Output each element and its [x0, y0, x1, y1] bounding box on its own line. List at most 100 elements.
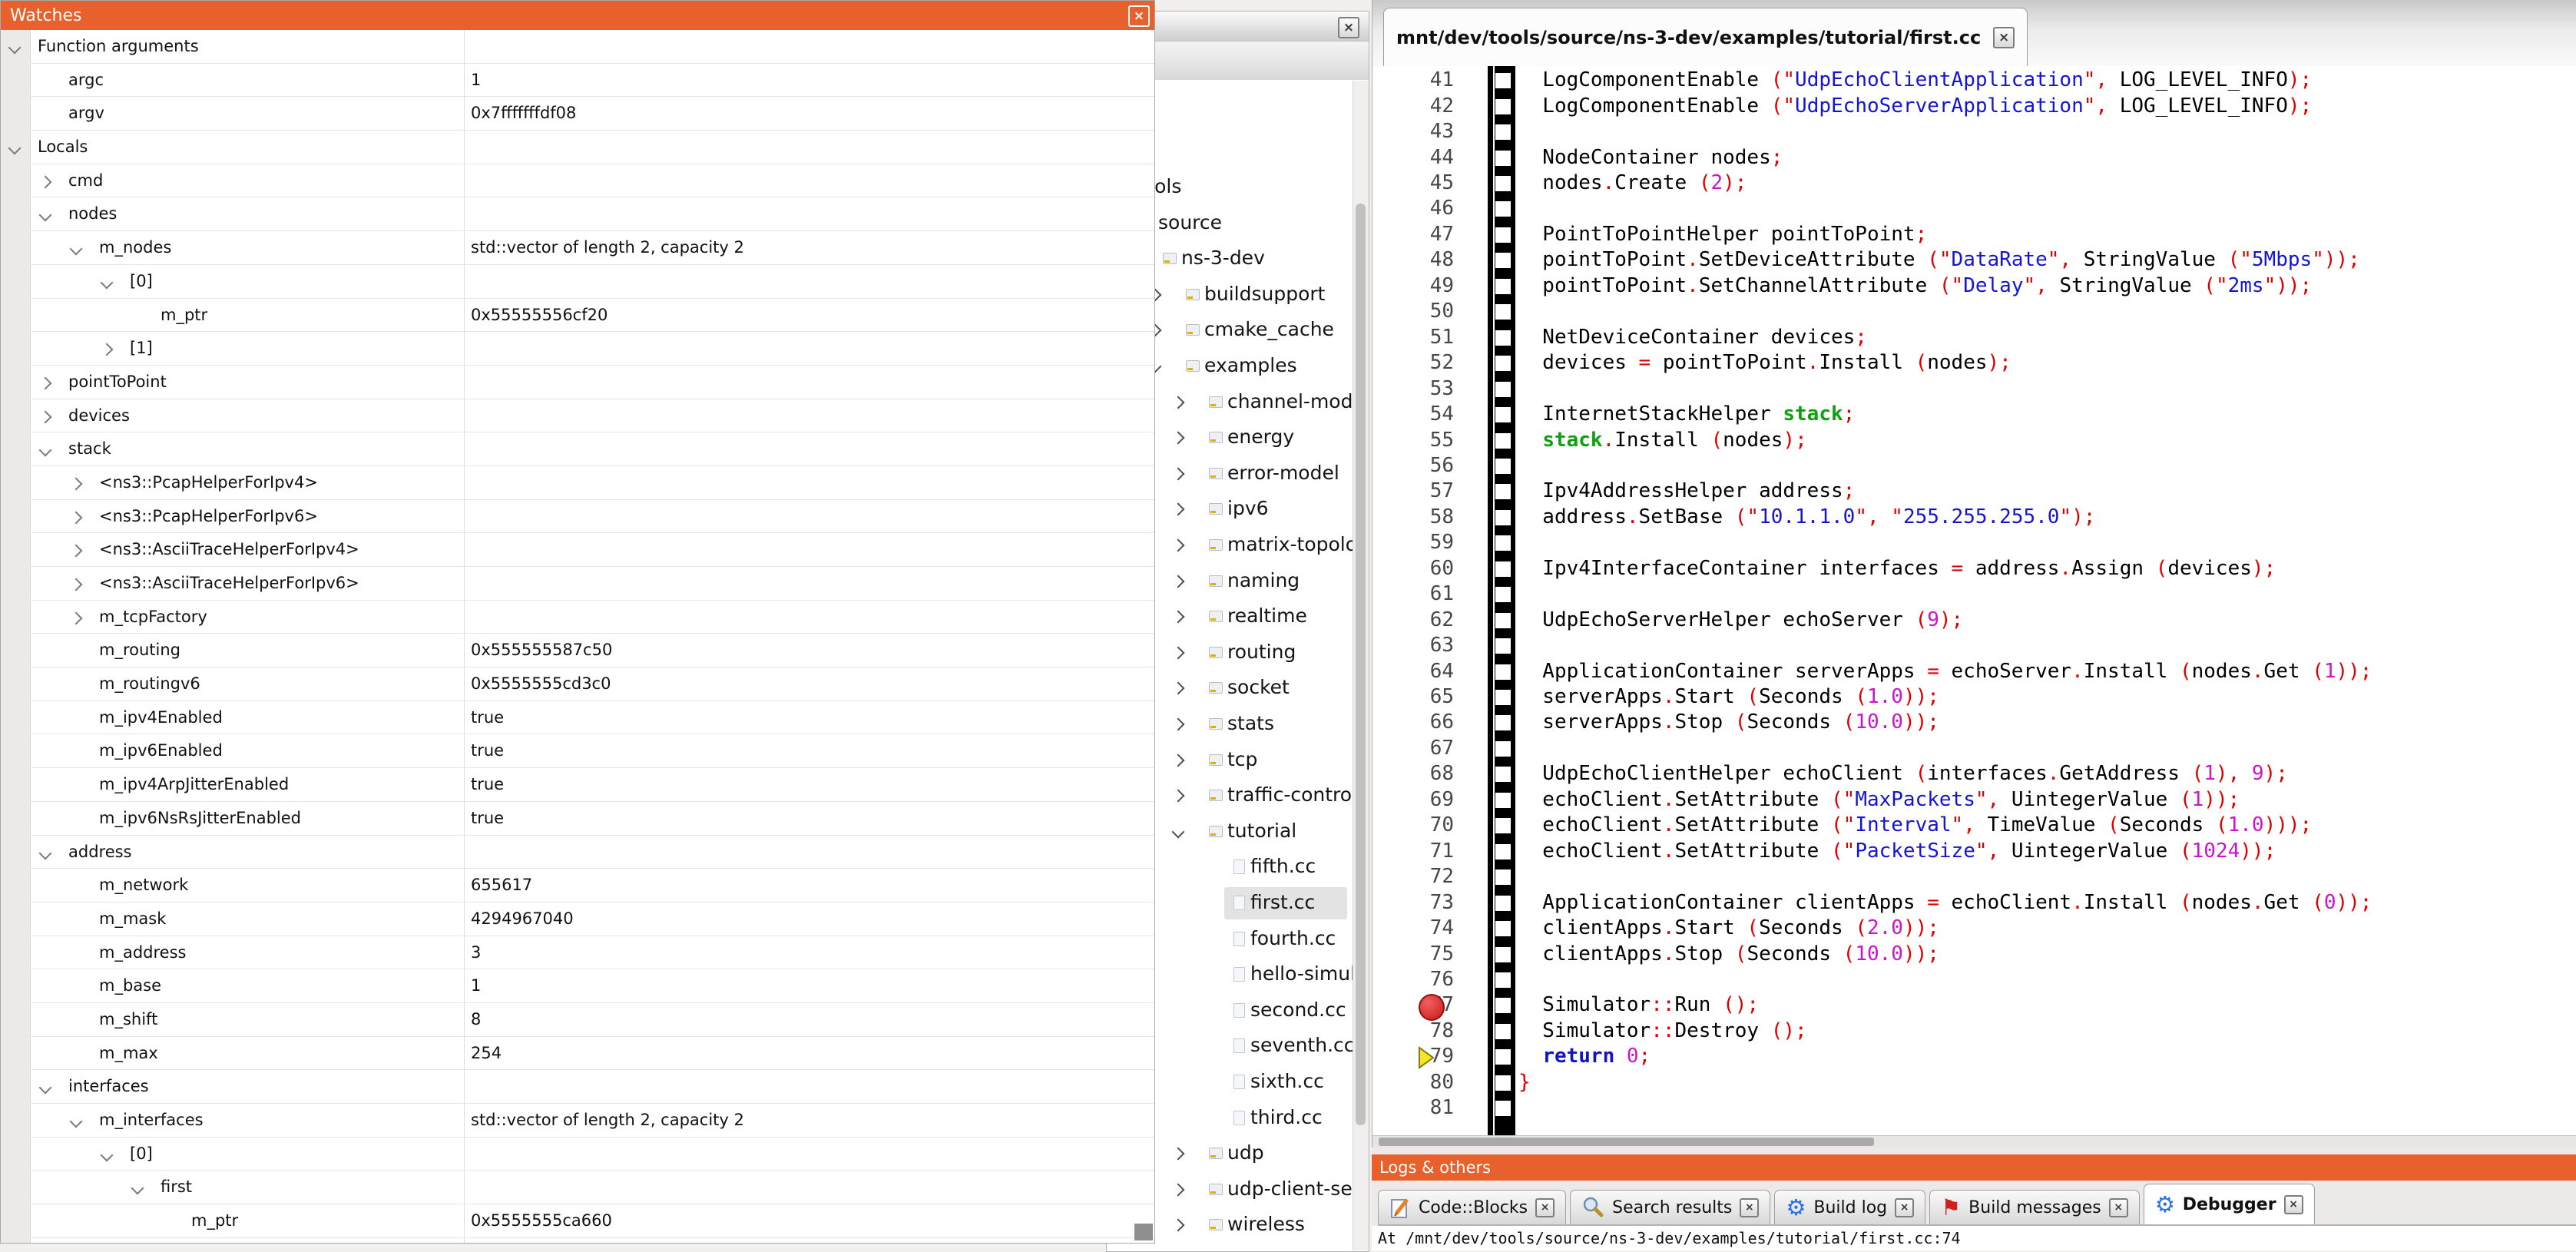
chevron-closed-icon[interactable]: [1172, 539, 1185, 552]
watch-row-nodes[interactable]: nodes: [1, 197, 1154, 231]
watch-row-m-nodes[interactable]: m_nodesstd::vector of length 2, capacity…: [1, 231, 1154, 265]
chevron-closed-icon[interactable]: [1172, 754, 1185, 767]
chevron-closed-icon[interactable]: [70, 578, 83, 591]
tree-vertical-scrollbar[interactable]: [1353, 81, 1369, 1250]
close-icon[interactable]: ×: [2284, 1195, 2303, 1214]
close-icon[interactable]: ×: [1128, 5, 1150, 27]
code-token: Interval: [1855, 813, 1951, 836]
watch-row-m-ptr[interactable]: m_ptr0x55555556cf20: [1, 299, 1154, 333]
chevron-open-icon[interactable]: [101, 1148, 114, 1161]
logs-tab-code-blocks[interactable]: Code::Blocks×: [1378, 1190, 1566, 1224]
watch-row-stack[interactable]: stack: [1, 432, 1154, 466]
chevron-closed-icon[interactable]: [39, 376, 52, 389]
code-token: [1518, 429, 1542, 452]
watch-row-first[interactable]: first: [1, 1171, 1154, 1204]
chevron-closed-icon[interactable]: [1172, 1148, 1185, 1161]
chevron-open-icon[interactable]: [101, 276, 114, 289]
watch-row-ns3-asciitracehelperforipv4[interactable]: <ns3::AsciiTraceHelperForIpv4>: [1, 533, 1154, 567]
logs-tab-build-messages[interactable]: ⚑Build messages×: [1929, 1190, 2140, 1224]
chevron-closed-icon[interactable]: [1172, 467, 1185, 480]
chevron-open-icon[interactable]: [39, 846, 52, 860]
chevron-closed-icon[interactable]: [1172, 611, 1185, 624]
chevron-closed-icon[interactable]: [1172, 1183, 1185, 1196]
close-icon[interactable]: ×: [1740, 1198, 1759, 1217]
watch-row-devices[interactable]: devices: [1, 399, 1154, 433]
chevron-open-icon[interactable]: [70, 1115, 83, 1128]
close-icon[interactable]: ×: [2109, 1198, 2128, 1217]
watch-row-m-interfaces[interactable]: m_interfacesstd::vector of length 2, cap…: [1, 1104, 1154, 1138]
chevron-open-icon[interactable]: [8, 41, 22, 55]
editor-tab-first-cc[interactable]: mnt/dev/tools/source/ns-3-dev/examples/t…: [1383, 8, 2028, 67]
code-token: ",: [1855, 505, 1879, 528]
chevron-closed-icon[interactable]: [70, 545, 83, 558]
chevron-closed-icon[interactable]: [1172, 1219, 1185, 1232]
code-token: NetDeviceContainer devices: [1518, 326, 1855, 349]
watch-row-0[interactable]: [0]: [1, 265, 1154, 299]
code-area[interactable]: 4142434445464748495051525354555657585960…: [1372, 66, 2576, 1135]
chevron-open-icon[interactable]: [39, 1081, 52, 1095]
watch-row-m-ptr[interactable]: m_ptr0x5555555ca660: [1, 1204, 1154, 1238]
watch-row-m-ipv6enabled[interactable]: m_ipv6Enabledtrue: [1, 734, 1154, 768]
editor-horizontal-scrollbar[interactable]: [1372, 1135, 2576, 1148]
watch-row-m-ipv4arpjitterenabled[interactable]: m_ipv4ArpJitterEnabledtrue: [1, 768, 1154, 802]
line-number: 63: [1372, 633, 1454, 658]
watch-row-m-routingv6[interactable]: m_routingv60x5555555cd3c0: [1, 667, 1154, 701]
logs-tab-search-results[interactable]: Search results×: [1570, 1190, 1770, 1224]
chevron-closed-icon[interactable]: [1172, 575, 1185, 588]
watch-row-m-tcpfactory[interactable]: m_tcpFactory: [1, 601, 1154, 634]
close-icon[interactable]: ×: [1993, 27, 2015, 48]
watch-row-m-ipv4enabled[interactable]: m_ipv4Enabledtrue: [1, 701, 1154, 735]
watch-row-m-ipv6nsrsjitterenabled[interactable]: m_ipv6NsRsJitterEnabledtrue: [1, 802, 1154, 836]
watch-row-function-arguments[interactable]: Function arguments: [1, 30, 1154, 64]
chevron-closed-icon[interactable]: [1172, 790, 1185, 803]
file-icon: [1233, 896, 1245, 910]
chevron-closed-icon[interactable]: [39, 175, 52, 188]
watch-row-argv[interactable]: argv0x7fffffffdf08: [1, 97, 1154, 131]
chevron-open-icon[interactable]: [8, 142, 22, 155]
close-icon[interactable]: ×: [1895, 1198, 1914, 1217]
watch-row-1[interactable]: [1]: [1, 332, 1154, 366]
scrollbar-thumb[interactable]: [1356, 204, 1366, 1125]
chevron-open-icon[interactable]: [70, 243, 83, 256]
watch-row-m-shift[interactable]: m_shift8: [1, 1003, 1154, 1037]
watch-row-m-base[interactable]: m_base1: [1, 969, 1154, 1003]
logs-tab-build-log[interactable]: ⚙Build log×: [1774, 1190, 1925, 1224]
watch-row-m-network[interactable]: m_network655617: [1, 869, 1154, 903]
chevron-closed-icon[interactable]: [39, 410, 52, 423]
chevron-open-icon[interactable]: [39, 444, 52, 457]
logs-titlebar[interactable]: Logs & others: [1372, 1154, 2576, 1181]
watch-row-ns3-pcaphelperforipv4[interactable]: <ns3::PcapHelperForIpv4>: [1, 466, 1154, 500]
watch-row-0[interactable]: [0]: [1, 1138, 1154, 1171]
resize-grip[interactable]: [1134, 1224, 1153, 1240]
chevron-open-icon[interactable]: [1172, 825, 1185, 838]
chevron-closed-icon[interactable]: [70, 511, 83, 524]
watch-row-ns3-pcaphelperforipv6[interactable]: <ns3::PcapHelperForIpv6>: [1, 500, 1154, 534]
watch-row-m-mask[interactable]: m_mask4294967040: [1, 903, 1154, 936]
watch-row-ns3-asciitracehelperforipv6[interactable]: <ns3::AsciiTraceHelperForIpv6>: [1, 567, 1154, 601]
chevron-closed-icon[interactable]: [1172, 718, 1185, 731]
watch-row-pointtopoint[interactable]: pointToPoint: [1, 366, 1154, 399]
watch-row-cmd[interactable]: cmd: [1, 164, 1154, 198]
watch-row-m-address[interactable]: m_address3: [1, 936, 1154, 970]
chevron-closed-icon[interactable]: [101, 343, 114, 356]
chevron-open-icon[interactable]: [131, 1182, 144, 1195]
watch-row-address[interactable]: address: [1, 836, 1154, 869]
watch-row-m-routing[interactable]: m_routing0x555555587c50: [1, 634, 1154, 667]
watch-name: m_mask: [99, 909, 166, 928]
watch-row-argc[interactable]: argc1: [1, 64, 1154, 98]
chevron-closed-icon[interactable]: [1172, 503, 1185, 516]
scrollbar-thumb[interactable]: [1379, 1138, 1874, 1146]
chevron-closed-icon[interactable]: [1172, 682, 1185, 695]
chevron-closed-icon[interactable]: [70, 611, 83, 624]
watch-row-m-max[interactable]: m_max254: [1, 1037, 1154, 1071]
watch-row-locals[interactable]: Locals: [1, 131, 1154, 164]
chevron-closed-icon[interactable]: [1172, 646, 1185, 659]
chevron-closed-icon[interactable]: [1172, 396, 1185, 409]
chevron-open-icon[interactable]: [39, 209, 52, 222]
watch-row-interfaces[interactable]: interfaces: [1, 1070, 1154, 1104]
watches-titlebar[interactable]: Watches ×: [1, 1, 1154, 30]
logs-tab-debugger[interactable]: ⚙Debugger×: [2144, 1184, 2315, 1224]
close-icon[interactable]: ×: [1535, 1198, 1555, 1217]
chevron-closed-icon[interactable]: [1172, 432, 1185, 445]
chevron-closed-icon[interactable]: [70, 477, 83, 490]
